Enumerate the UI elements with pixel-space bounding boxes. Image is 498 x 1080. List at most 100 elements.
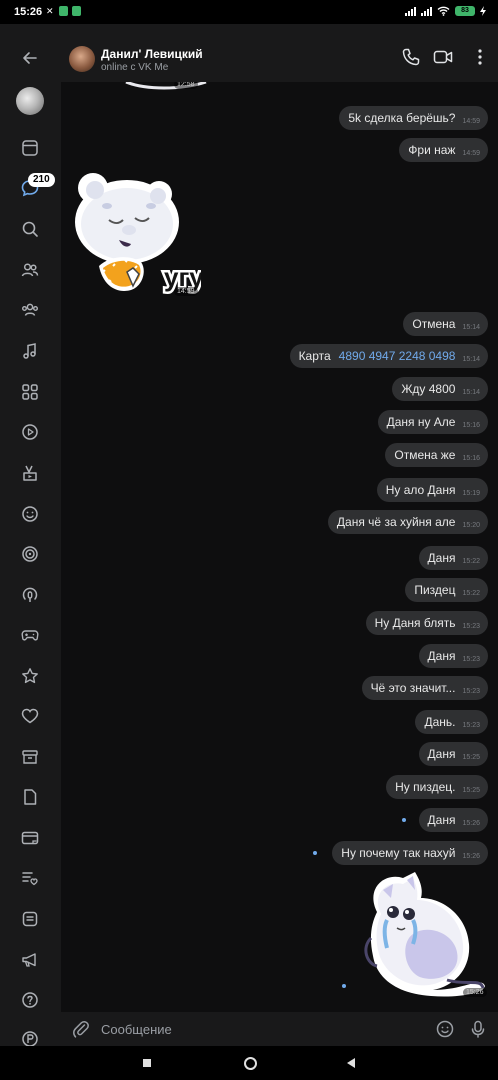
message-bubble[interactable]: 5k сделка берёшь? 14:59 [339,106,488,130]
chat-area: 12:58 Данил' Левицкий online с VK Me угу… [61,24,498,1046]
video-call-icon[interactable] [432,46,454,68]
contact-status: online с VK Me [101,62,169,73]
friends-icon [21,263,39,277]
message-bubble[interactable]: Отмена 15:14 [403,312,488,336]
signal-icon [405,6,416,16]
message-bubble[interactable]: Жду 4800 15:14 [392,377,488,401]
message-text: Ну Даня блять [374,616,456,630]
message-bubble[interactable]: Ну Даня блять 15:23 [365,611,488,635]
star-icon [22,668,38,684]
sidebar-item-clips[interactable] [12,455,48,491]
sidebar-item-stickers[interactable] [12,496,48,532]
message-bubble[interactable]: Даня ну Але 15:16 [377,410,488,434]
message-bubble[interactable]: Чё это значит... 15:23 [361,676,488,700]
podcast-icon [22,587,38,602]
message-text: Чё это значит... [370,681,456,695]
sidebar-item-payments[interactable] [12,820,48,856]
sidebar-item-likes[interactable] [12,698,48,734]
sidebar-item-services[interactable] [12,374,48,410]
message-bubble[interactable]: Фри наж 14:59 [399,138,488,162]
microphone-icon[interactable] [468,1019,488,1039]
message-text: Даня [427,649,456,663]
sidebar-item-archive[interactable] [12,739,48,775]
message-bubble[interactable]: Ну ало Даня 15:19 [376,478,488,502]
message-time: 15:23 [462,721,480,729]
message-text: 5k сделка берёшь? [348,111,456,125]
message-time: 15:26 [462,819,480,827]
message-text: Ну пиздец. [395,780,456,794]
sidebar-item-friends[interactable] [12,252,48,288]
sidebar-item-favorites[interactable] [12,658,48,694]
profile-avatar[interactable] [16,87,44,115]
sticker-bear[interactable]: угу [69,170,201,298]
message-time: 14:59 [462,117,480,125]
music-icon [23,343,36,359]
sidebar-item-search[interactable] [12,211,48,247]
message-bubble[interactable]: Даня 15:26 [418,808,488,832]
message-time: 15:16 [462,454,480,462]
message-text: Даня ну Але [386,415,456,429]
message-bubble[interactable]: Даня чё за хуйня але 15:20 [327,510,488,534]
chat-header: Данил' Левицкий online с VK Me [61,24,498,82]
message-text: Даня [427,551,456,565]
message-time: 15:14 [462,355,480,363]
sticker-cat[interactable] [357,868,489,1000]
phone-icon[interactable] [400,46,422,68]
recent-apps-button[interactable] [143,1059,151,1067]
contact-avatar[interactable] [69,46,95,72]
sidebar-item-target[interactable] [12,536,48,572]
message-bubble[interactable]: Дань. 15:23 [415,710,488,734]
sidebar-item-music[interactable] [12,333,48,369]
message-bubble[interactable]: Пиздец 15:22 [405,578,488,602]
message-time: 15:23 [462,655,480,663]
sidebar-item-feed[interactable] [12,130,48,166]
message-bubble[interactable]: Ну почему так нахуй 15:26 [332,841,488,865]
sidebar-item-extra[interactable] [12,1023,48,1046]
emoji-icon[interactable] [435,1019,455,1039]
message-bubble[interactable]: Отмена же 15:16 [385,443,488,467]
message-bubble[interactable]: Даня 15:23 [418,644,488,668]
sidebar-item-documents[interactable] [12,779,48,815]
attach-icon[interactable] [71,1019,91,1039]
target-icon [22,546,38,562]
wifi-icon [437,6,450,16]
message-time: 15:19 [462,489,480,497]
message-time: 15:20 [462,521,480,529]
clips-icon [23,465,37,481]
sidebar-item-podcasts[interactable] [12,577,48,613]
unread-indicator [313,851,317,855]
message-bubble[interactable]: Ну пиздец. 15:25 [386,775,488,799]
message-time: 14:59 [462,149,480,157]
sidebar-item-news[interactable] [12,901,48,937]
message-bubble[interactable]: Даня 15:25 [418,742,488,766]
feed-icon [22,140,38,156]
sidebar-item-games[interactable] [12,617,48,653]
smile-icon [22,506,38,522]
sidebar-item-wishlist[interactable] [12,860,48,896]
message-text: Карта [298,349,331,363]
message-text: Даня [427,747,456,761]
services-icon [22,384,38,400]
back-button[interactable] [12,40,48,76]
contact-name[interactable]: Данил' Левицкий [101,47,203,61]
message-input[interactable]: Сообщение [101,1022,172,1037]
message-time: 15:14 [462,323,480,331]
message-bubble[interactable]: Карта 4890 4947 2248 0498 15:14 [289,344,488,368]
message-bubble[interactable]: Даня 15:22 [418,546,488,570]
message-composer: Сообщение [61,1012,498,1046]
p-circle-icon [22,1031,38,1046]
card-number-link[interactable]: 4890 4947 2248 0498 [339,349,456,363]
message-time: 15:26 [462,852,480,860]
search-icon [22,221,38,237]
system-back-button[interactable] [347,1058,355,1068]
message-text: Дань. [424,715,456,729]
message-text: Фри наж [408,143,456,157]
unread-count-badge: 210 [28,173,55,187]
sidebar-item-help[interactable] [12,982,48,1018]
more-vertical-icon[interactable] [469,46,491,68]
sidebar-item-ads[interactable] [12,942,48,978]
sidebar-item-video[interactable] [12,414,48,450]
message-text: Жду 4800 [401,382,456,396]
home-button[interactable] [244,1057,257,1070]
sidebar-item-communities[interactable] [12,292,48,328]
